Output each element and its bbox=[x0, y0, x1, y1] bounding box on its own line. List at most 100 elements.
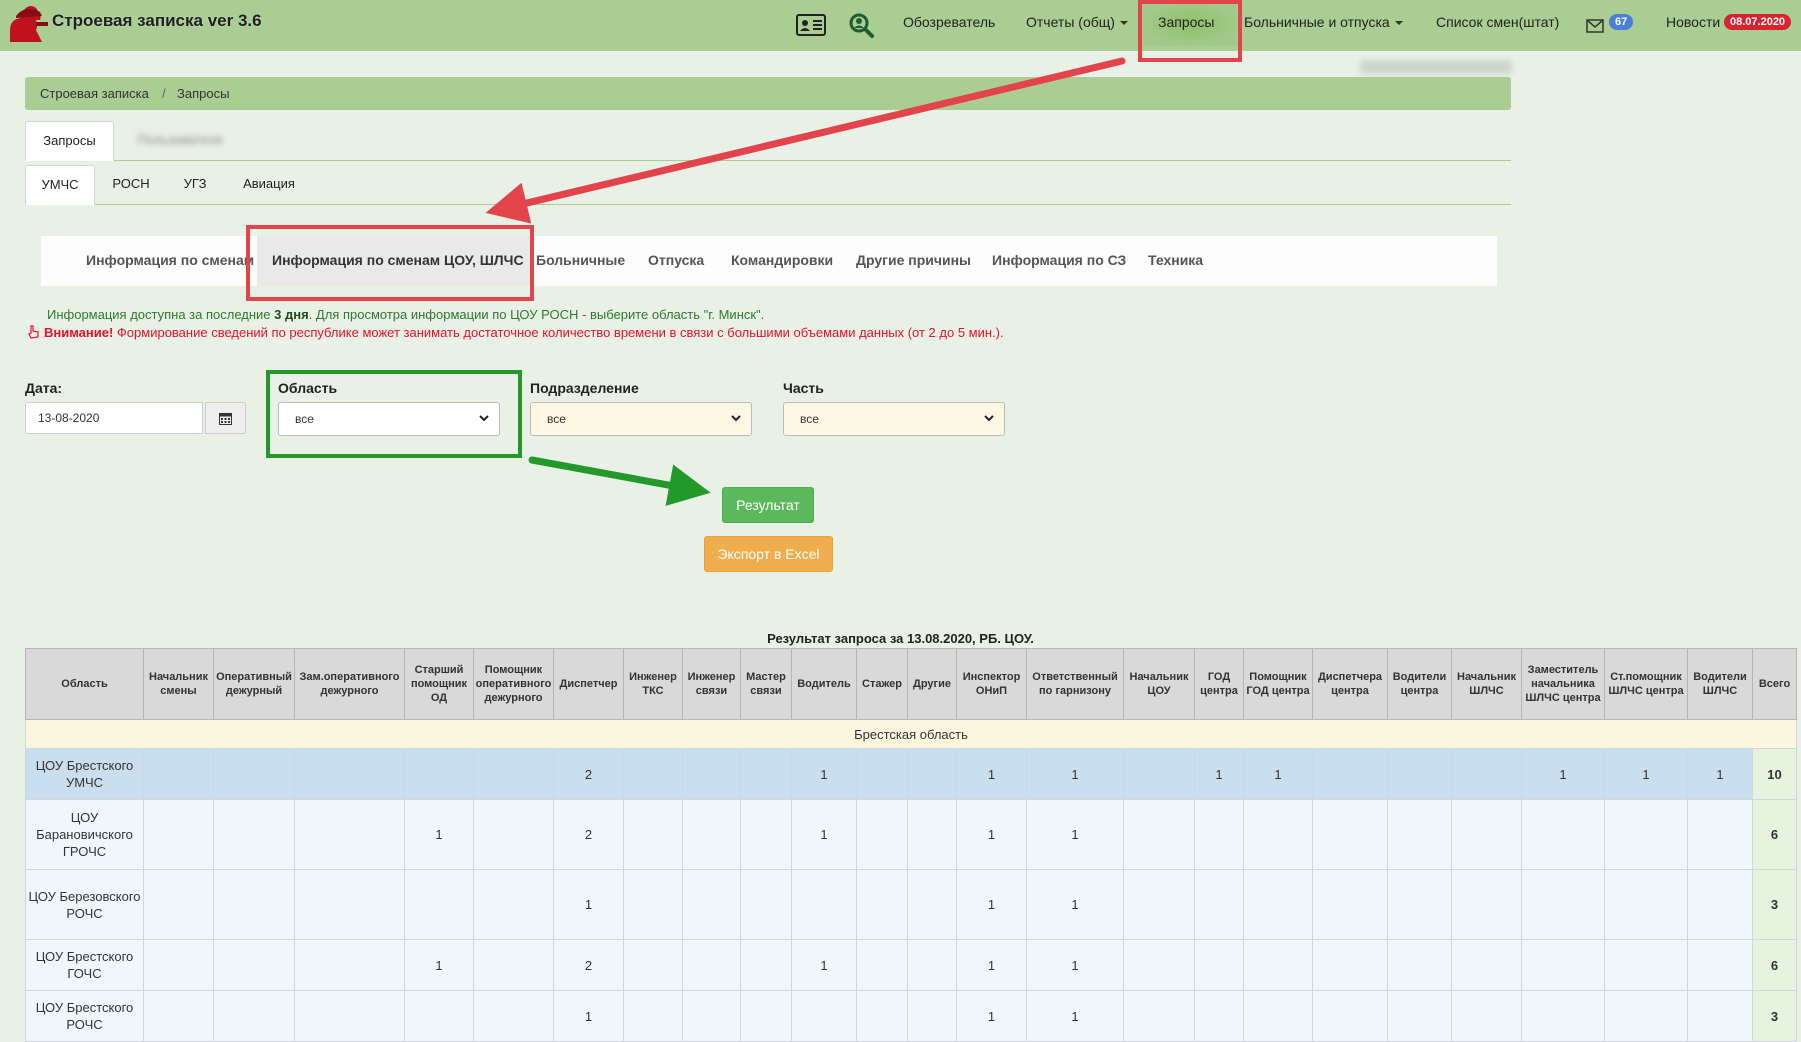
news-date-badge[interactable]: 08.07.2020 bbox=[1724, 14, 1792, 30]
subtab-vacations[interactable]: Отпуска bbox=[648, 252, 704, 268]
table-cell bbox=[1194, 939, 1244, 991]
table-cell bbox=[907, 748, 957, 800]
table-cell: 2 bbox=[553, 939, 624, 991]
column-header: Водитель bbox=[791, 648, 857, 720]
table-cell bbox=[907, 990, 957, 1042]
table-cell bbox=[791, 990, 857, 1042]
table-cell: 1 bbox=[1194, 748, 1244, 800]
nav-shift-list[interactable]: Список смен(штат) bbox=[1436, 14, 1559, 30]
table-caption: Результат запроса за 13.08.2020, РБ. ЦОУ… bbox=[767, 631, 1034, 646]
breadcrumb-root[interactable]: Строевая записка bbox=[40, 86, 149, 101]
table-cell bbox=[143, 869, 214, 940]
table-row[interactable]: ЦОУ Брестского УМЧС 2 1 1 1 1 1 1 1 1 10 bbox=[25, 748, 1797, 800]
info-text-suffix: . Для просмотра информации по ЦОУ РОСН -… bbox=[308, 307, 765, 322]
row-total-cell: 6 bbox=[1752, 799, 1797, 870]
table-cell bbox=[1243, 869, 1313, 940]
search-user-icon[interactable] bbox=[846, 12, 878, 38]
table-cell: 1 bbox=[404, 799, 474, 870]
table-cell bbox=[1521, 990, 1605, 1042]
table-cell: 1 bbox=[1243, 748, 1313, 800]
division-select[interactable]: все bbox=[530, 402, 752, 436]
column-header: Диспетчер bbox=[553, 648, 624, 720]
tab-ugz[interactable]: УГЗ bbox=[168, 165, 222, 203]
calendar-button[interactable] bbox=[205, 402, 246, 434]
table-cell: 1 bbox=[956, 748, 1027, 800]
subtab-shift-info[interactable]: Информация по сменам bbox=[86, 252, 254, 268]
table-cell bbox=[740, 748, 792, 800]
tab-aviation[interactable]: Авиация bbox=[232, 165, 306, 203]
unit-select[interactable]: все bbox=[783, 402, 1005, 436]
subtab-sz-info[interactable]: Информация по СЗ bbox=[992, 252, 1126, 268]
table-cell bbox=[213, 799, 295, 870]
table-cell bbox=[404, 990, 474, 1042]
table-cell: 1 bbox=[1026, 748, 1124, 800]
table-cell bbox=[623, 799, 683, 870]
app-title[interactable]: Строевая записка ver 3.6 bbox=[52, 11, 262, 31]
column-header: Другие bbox=[907, 648, 957, 720]
table-cell bbox=[473, 939, 554, 991]
table-cell bbox=[143, 748, 214, 800]
table-cell bbox=[143, 990, 214, 1042]
table-cell bbox=[1194, 799, 1244, 870]
table-cell bbox=[682, 748, 741, 800]
table-cell bbox=[740, 990, 792, 1042]
table-cell bbox=[1451, 990, 1522, 1042]
column-header: Ст.помощник ШЛЧС центра bbox=[1604, 648, 1688, 720]
table-cell: 1 bbox=[404, 939, 474, 991]
table-cell: 1 bbox=[1026, 990, 1124, 1042]
table-cell: 1 bbox=[956, 799, 1027, 870]
annotation-box-region bbox=[266, 370, 522, 458]
tab-umchs[interactable]: УМЧС bbox=[25, 165, 95, 205]
mail-icon[interactable] bbox=[1586, 19, 1604, 33]
table-cell: 1 bbox=[553, 869, 624, 940]
table-cell bbox=[213, 990, 295, 1042]
table-row[interactable]: ЦОУ Березовского РОЧС 1 1 1 3 bbox=[25, 869, 1797, 940]
top-navbar: Строевая записка ver 3.6 Обозреватель От… bbox=[0, 0, 1801, 51]
table-cell: 1 bbox=[553, 990, 624, 1042]
table-cell bbox=[623, 990, 683, 1042]
table-cell bbox=[740, 869, 792, 940]
result-button[interactable]: Результат bbox=[722, 487, 814, 523]
table-row[interactable]: ЦОУ Брестского ГОЧС 1 2 1 1 1 6 bbox=[25, 939, 1797, 991]
table-cell bbox=[907, 869, 957, 940]
export-excel-button[interactable]: Экспорт в Excel bbox=[704, 536, 833, 572]
row-total-cell: 3 bbox=[1752, 990, 1797, 1042]
tab-requests[interactable]: Запросы bbox=[25, 121, 114, 161]
nav-browser[interactable]: Обозреватель bbox=[903, 14, 995, 30]
table-cell: 1 bbox=[956, 939, 1027, 991]
mail-count-badge[interactable]: 67 bbox=[1609, 14, 1634, 30]
subtab-business-trips[interactable]: Командировки bbox=[731, 252, 833, 268]
subtab-sick-leave[interactable]: Больничные bbox=[536, 252, 625, 268]
tab-users[interactable]: Пользователи bbox=[120, 121, 240, 159]
info-days: 3 дня bbox=[274, 307, 309, 322]
table-cell bbox=[1387, 939, 1452, 991]
table-cell bbox=[740, 939, 792, 991]
column-header: Начальник смены bbox=[143, 648, 214, 720]
secondary-tabs-line bbox=[25, 204, 1511, 205]
table-row[interactable]: ЦОУ Брестского РОЧС 1 1 1 3 bbox=[25, 990, 1797, 1042]
warning-label: Внимание! bbox=[44, 325, 114, 340]
nav-reports-dropdown[interactable]: Отчеты (общ) bbox=[1026, 14, 1128, 30]
date-input[interactable]: 13-08-2020 bbox=[25, 402, 203, 434]
info-availability: Информация доступна за последние 3 дня. … bbox=[47, 307, 764, 322]
subtab-other-reasons[interactable]: Другие причины bbox=[856, 252, 971, 268]
breadcrumb-current: Запросы bbox=[177, 86, 230, 101]
nav-sick-leave-dropdown[interactable]: Больничные и отпуска bbox=[1244, 14, 1403, 30]
table-cell bbox=[791, 869, 857, 940]
nav-news[interactable]: Новости bbox=[1666, 14, 1720, 30]
chevron-down-icon bbox=[731, 415, 741, 422]
tab-rosn[interactable]: РОСН bbox=[102, 165, 160, 203]
table-cell bbox=[856, 799, 908, 870]
row-name-cell: ЦОУ Брестского РОЧС bbox=[25, 990, 144, 1042]
table-cell bbox=[1123, 939, 1195, 991]
table-cell bbox=[473, 869, 554, 940]
date-label: Дата: bbox=[25, 380, 63, 396]
chevron-down-icon bbox=[984, 415, 994, 422]
id-card-icon[interactable] bbox=[795, 12, 827, 38]
unit-label: Часть bbox=[783, 380, 824, 396]
table-cell bbox=[856, 869, 908, 940]
firefighter-logo-icon[interactable] bbox=[2, 2, 50, 46]
table-row[interactable]: ЦОУ Барановичского ГРОЧС 1 2 1 1 1 6 bbox=[25, 799, 1797, 870]
group-label: Брестская область bbox=[25, 719, 1797, 749]
subtab-equipment[interactable]: Техника bbox=[1148, 252, 1203, 268]
